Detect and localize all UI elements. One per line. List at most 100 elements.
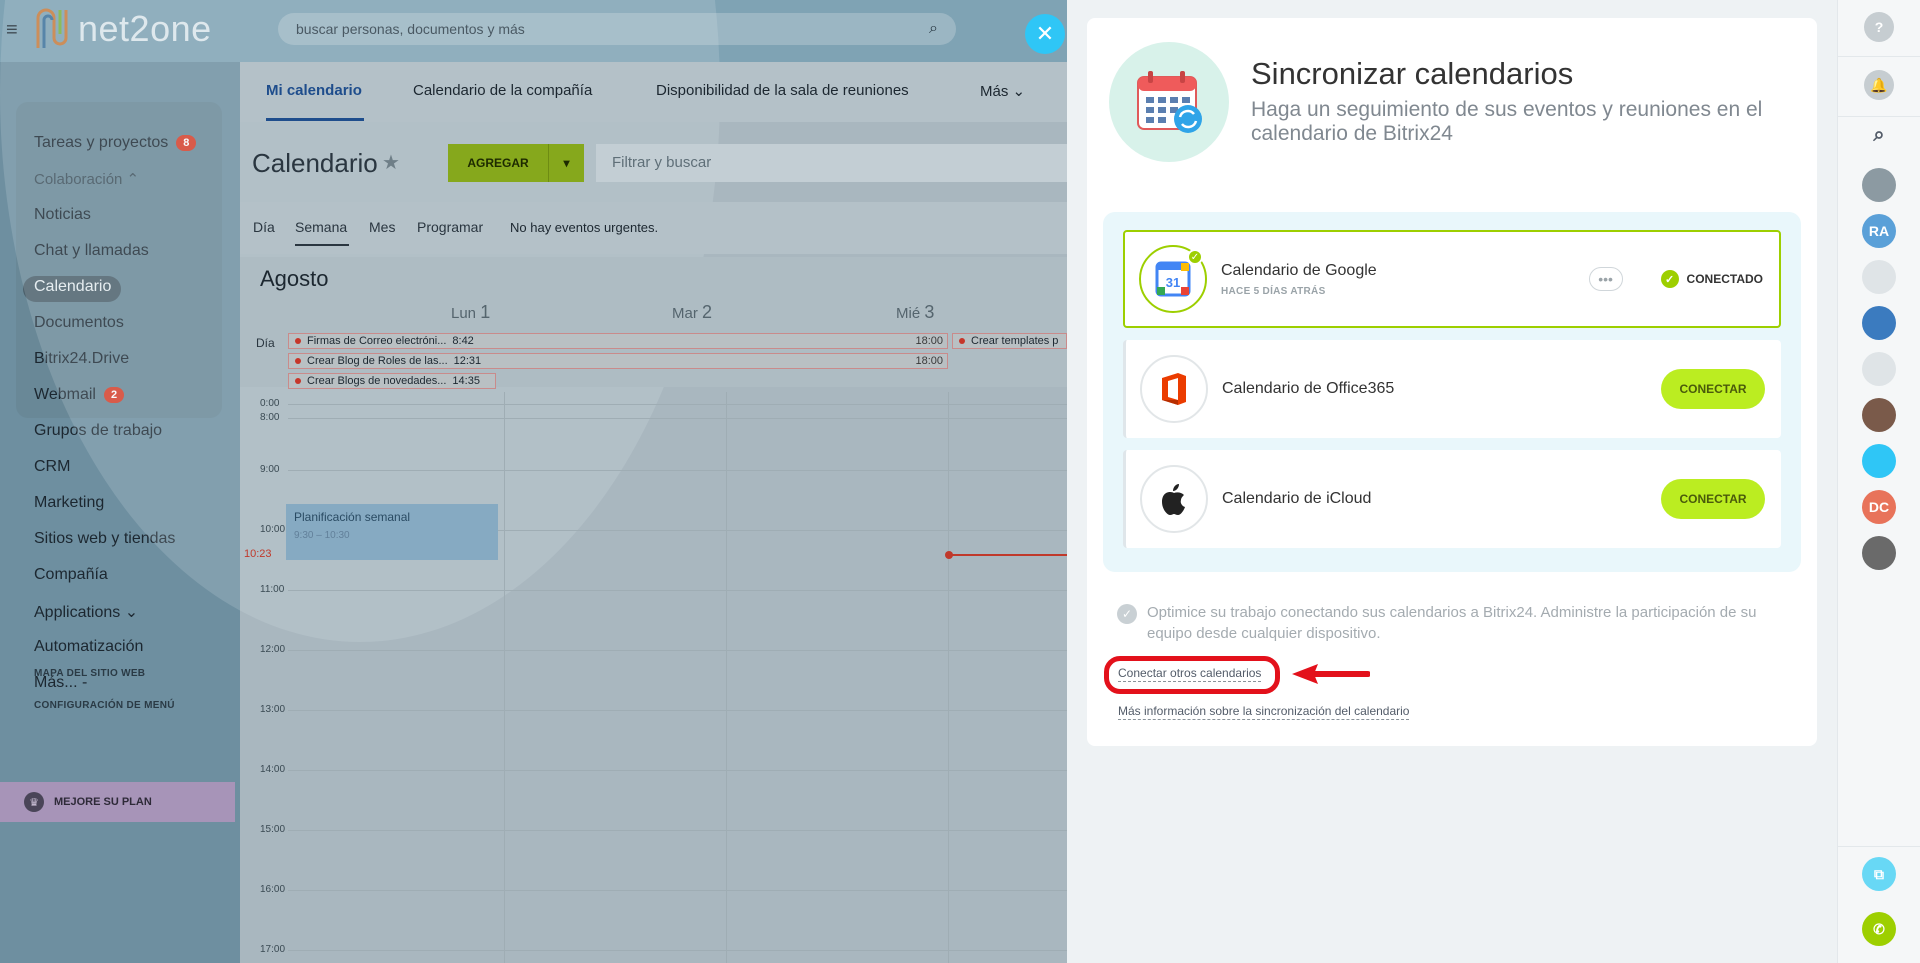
search-icon[interactable]: ⌕ bbox=[1862, 118, 1896, 152]
day-name: Lun bbox=[451, 305, 477, 322]
view-month[interactable]: Mes bbox=[369, 219, 395, 235]
day-divider bbox=[948, 392, 949, 963]
check-icon: ✓ bbox=[1117, 604, 1137, 624]
event-end: 18:00 bbox=[915, 355, 943, 367]
add-button[interactable]: AGREGAR ▾ bbox=[448, 144, 584, 182]
hour-line bbox=[288, 470, 1067, 471]
slider-title: Sincronizar calendarios bbox=[1251, 56, 1574, 91]
help-button[interactable]: ? bbox=[1864, 12, 1894, 42]
event-name: Firmas de Correo electróni... bbox=[307, 335, 447, 347]
tab-room-availability[interactable]: Disponibilidad de la sala de reuniones bbox=[656, 82, 909, 99]
provider-office365[interactable]: Calendario de Office365 CONECTAR bbox=[1123, 340, 1781, 438]
phone-icon[interactable]: ✆ bbox=[1862, 912, 1896, 946]
allday-event[interactable]: Firmas de Correo electróni... 8:42 18:00 bbox=[288, 333, 948, 349]
hour-label: 0:00 bbox=[260, 398, 280, 409]
avatar[interactable]: RA bbox=[1862, 214, 1896, 248]
day-divider bbox=[726, 392, 727, 963]
sync-info-link[interactable]: Más información sobre la sincronización … bbox=[1118, 704, 1410, 720]
day-name: Mar bbox=[672, 305, 698, 322]
event-dot bbox=[295, 358, 301, 364]
calendar-sync-icon bbox=[1109, 42, 1229, 162]
bell-icon[interactable]: 🔔 bbox=[1864, 70, 1894, 100]
day-header-wed[interactable]: Mié 3 bbox=[896, 302, 934, 323]
allday-event[interactable]: Crear Blogs de novedades... 14:35 bbox=[288, 373, 496, 389]
event-start: 12:31 bbox=[453, 355, 482, 367]
avatar[interactable] bbox=[1862, 352, 1896, 386]
active-tab-underline bbox=[266, 118, 364, 121]
avatar[interactable] bbox=[1862, 306, 1896, 340]
day-number: 2 bbox=[702, 302, 713, 322]
slider-subtitle: Haga un seguimiento de sus eventos y reu… bbox=[1251, 98, 1763, 145]
sidebar-item-label: CRM bbox=[34, 458, 71, 475]
sidebar-item[interactable]: Applications ⌄ bbox=[34, 602, 138, 622]
sidebar-item[interactable]: Compañía bbox=[34, 566, 108, 584]
day-header-tue[interactable]: Mar 2 bbox=[672, 302, 712, 323]
day-header-mon[interactable]: Lun 1 bbox=[451, 302, 490, 323]
hour-label: 17:00 bbox=[260, 944, 286, 955]
event-title: Planificación semanal bbox=[294, 510, 411, 524]
calendar-tabs: Mi calendario Calendario de la compañía … bbox=[240, 62, 1067, 122]
provider-icloud[interactable]: Calendario de iCloud CONECTAR bbox=[1123, 450, 1781, 548]
screen-share-icon[interactable]: ⧉ bbox=[1862, 857, 1896, 891]
hour-line bbox=[288, 710, 1067, 711]
upgrade-plan-button[interactable]: ♛ MEJORE SU PLAN bbox=[0, 782, 235, 822]
hour-label: 10:00 bbox=[260, 524, 286, 535]
connect-icloud-button[interactable]: CONECTAR bbox=[1661, 479, 1765, 519]
avatar[interactable] bbox=[1862, 444, 1896, 478]
hour-line bbox=[288, 950, 1067, 951]
sidebar-item[interactable]: Marketing bbox=[34, 494, 104, 512]
connected-status: ✓ CONECTADO bbox=[1660, 270, 1763, 288]
site-map-link[interactable]: MAPA DEL SITIO WEB bbox=[34, 668, 145, 679]
allday-event[interactable]: Crear templates p bbox=[952, 333, 1067, 349]
sidebar-item-label: Automatización bbox=[34, 638, 144, 655]
tab-more[interactable]: Más ⌄ bbox=[980, 82, 1025, 100]
app-root: ≡ net2one buscar personas, documentos y … bbox=[0, 0, 1920, 963]
sidebar-item-label: Applications ⌄ bbox=[34, 604, 139, 621]
hour-line bbox=[288, 830, 1067, 831]
page-title: Calendario bbox=[252, 148, 378, 178]
hour-label: 14:00 bbox=[260, 764, 286, 775]
event-dot bbox=[959, 338, 965, 344]
tab-my-calendar[interactable]: Mi calendario bbox=[266, 82, 362, 99]
search-icon[interactable]: ⌕ bbox=[929, 20, 938, 38]
allday-event[interactable]: Crear Blog de Roles de las... 12:31 18:0… bbox=[288, 353, 948, 369]
avatar[interactable] bbox=[1862, 398, 1896, 432]
event-name: Crear Blog de Roles de las... bbox=[307, 355, 448, 367]
star-icon[interactable]: ★ bbox=[382, 150, 400, 175]
filter-search-input[interactable]: Filtrar y buscar bbox=[596, 144, 1067, 182]
event-end: 18:00 bbox=[915, 335, 943, 347]
event-dot bbox=[295, 338, 301, 344]
add-label: AGREGAR bbox=[467, 156, 529, 170]
provider-name: Calendario de Office365 bbox=[1222, 380, 1395, 397]
menu-config-link[interactable]: CONFIGURACIÓN DE MENÚ bbox=[34, 700, 175, 711]
view-day[interactable]: Día bbox=[253, 219, 275, 235]
provider-info: Calendario de Office365 bbox=[1222, 380, 1661, 398]
event-name: Crear templates p bbox=[971, 335, 1059, 347]
sidebar-item[interactable]: CRM bbox=[34, 458, 70, 476]
upgrade-label: MEJORE SU PLAN bbox=[54, 796, 152, 808]
avatar[interactable]: DC bbox=[1862, 490, 1896, 524]
connect-office365-button[interactable]: CONECTAR bbox=[1661, 369, 1765, 409]
hour-label: 12:00 bbox=[260, 644, 286, 655]
event-time: 9:30 – 10:30 bbox=[294, 530, 350, 541]
provider-google[interactable]: 31 ✓ Calendario de Google HACE 5 DÍAS AT… bbox=[1123, 230, 1781, 328]
view-schedule[interactable]: Programar bbox=[417, 219, 483, 235]
sidebar-item[interactable]: Automatización bbox=[34, 638, 143, 656]
view-week[interactable]: Semana bbox=[295, 219, 347, 235]
right-bar: ? 🔔 ⌕ RA DC ⧉ ✆ bbox=[1837, 0, 1920, 963]
chevron-down-icon[interactable]: ▾ bbox=[548, 144, 584, 182]
tab-company-calendar[interactable]: Calendario de la compañía bbox=[413, 82, 592, 99]
calendar-event[interactable]: Planificación semanal 9:30 – 10:30 bbox=[286, 504, 498, 560]
check-icon: ✓ bbox=[1660, 270, 1679, 288]
provider-name: Calendario de iCloud bbox=[1222, 490, 1372, 507]
avatar[interactable] bbox=[1862, 168, 1896, 202]
urgent-events-text: No hay eventos urgentes. bbox=[510, 220, 659, 235]
divider bbox=[1838, 116, 1920, 117]
hour-line bbox=[288, 590, 1067, 591]
close-slider-button[interactable]: ✕ bbox=[1025, 14, 1065, 54]
more-options-button[interactable]: ••• bbox=[1588, 267, 1623, 291]
avatar[interactable] bbox=[1862, 260, 1896, 294]
avatar[interactable] bbox=[1862, 536, 1896, 570]
hour-label: 16:00 bbox=[260, 884, 286, 895]
day-name: Mié bbox=[896, 305, 921, 322]
